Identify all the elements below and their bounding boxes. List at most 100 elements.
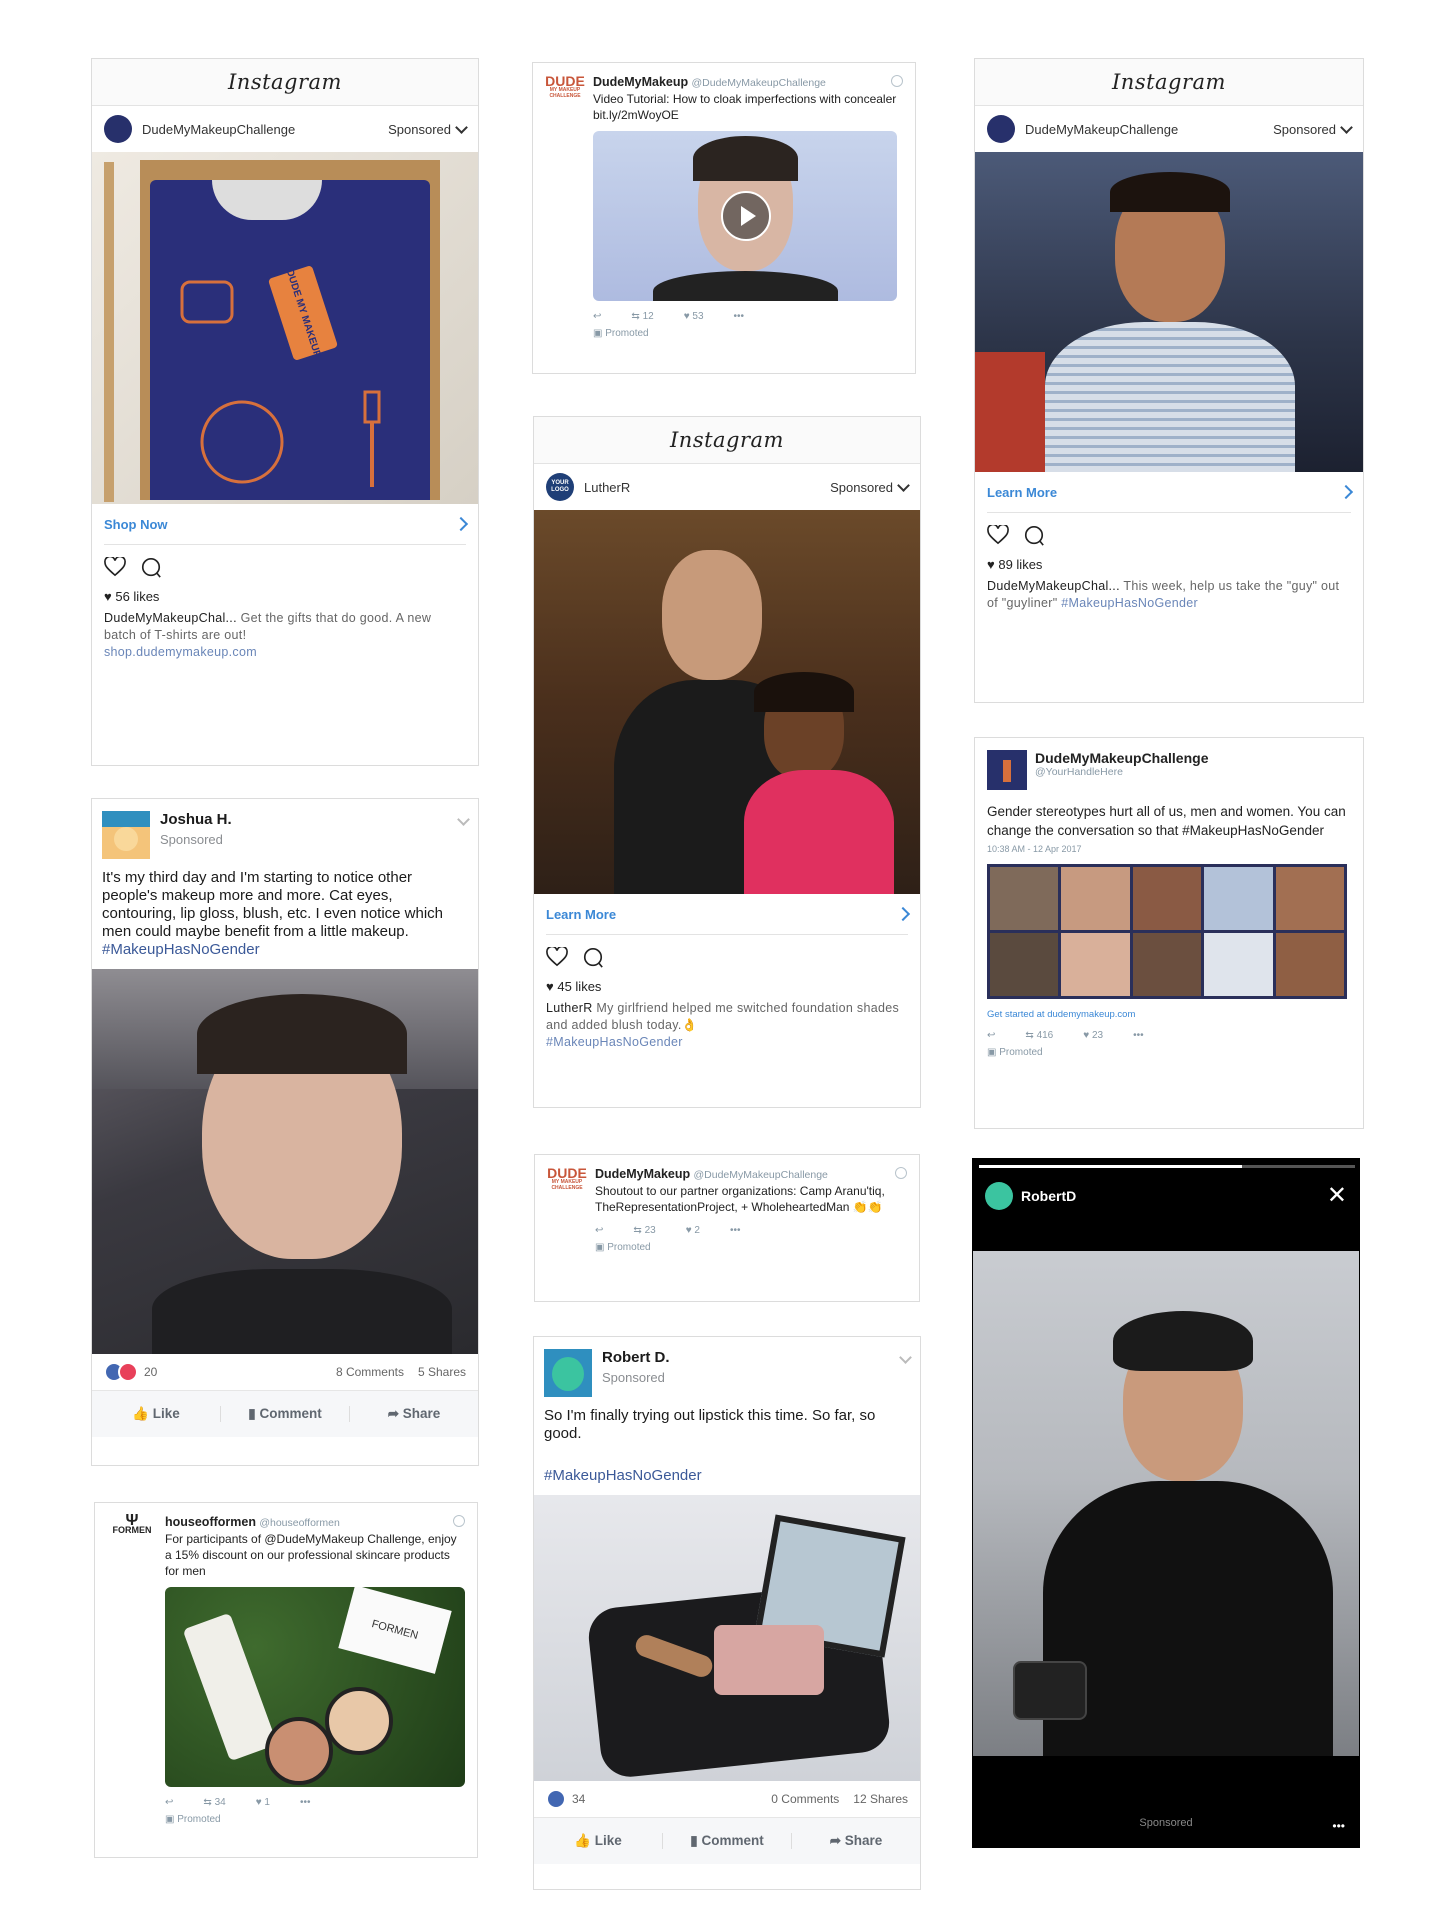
account-handle[interactable]: @houseofformen bbox=[259, 1517, 340, 1529]
avatar[interactable] bbox=[102, 811, 150, 859]
more-icon[interactable]: ••• bbox=[730, 1225, 741, 1236]
more-icon[interactable]: ••• bbox=[1133, 1030, 1144, 1041]
account-name[interactable]: DudeMyMakeupChallenge bbox=[1035, 750, 1351, 766]
tshirt-box-photo: DUDE MY MAKEUP bbox=[92, 152, 478, 504]
heart-icon[interactable] bbox=[546, 947, 568, 967]
account-name[interactable]: houseofformen bbox=[165, 1515, 256, 1529]
comment-icon[interactable] bbox=[1023, 525, 1045, 547]
comment-button[interactable]: ▮ Comment bbox=[220, 1406, 350, 1422]
reply-icon[interactable]: ↩ bbox=[165, 1797, 173, 1808]
instagram-ad-card-shop: Instagram DudeMyMakeupChallenge Sponsore… bbox=[91, 58, 479, 766]
hashtag-link[interactable]: #MakeupHasNoGender bbox=[1061, 596, 1198, 610]
retweet-button[interactable]: ⇆ 34 bbox=[203, 1797, 225, 1808]
avatar[interactable] bbox=[544, 1349, 592, 1397]
post-header: DudeMyMakeupChallenge Sponsored bbox=[92, 106, 478, 152]
retweet-button[interactable]: ⇆ 12 bbox=[631, 311, 653, 322]
hashtag-link[interactable]: #MakeupHasNoGender bbox=[546, 1035, 683, 1049]
sponsored-label: Sponsored bbox=[1273, 121, 1336, 137]
tweet-timestamp[interactable]: 10:38 AM - 12 Apr 2017 bbox=[987, 844, 1351, 854]
post-header: YOUR LOGO LutherR Sponsored bbox=[534, 464, 920, 510]
retweet-button[interactable]: ⇆ 416 bbox=[1025, 1030, 1053, 1041]
shop-now-button[interactable]: Shop Now bbox=[104, 504, 469, 545]
chevron-down-icon[interactable] bbox=[899, 1351, 912, 1364]
chevron-down-icon[interactable] bbox=[1340, 120, 1353, 134]
like-button[interactable]: ♥ 53 bbox=[684, 311, 704, 322]
account-handle[interactable]: @YourHandleHere bbox=[1035, 766, 1351, 778]
formen-logo[interactable]: Ψ FORMEN bbox=[107, 1513, 157, 1835]
sponsored-label: Sponsored bbox=[830, 479, 893, 495]
close-icon[interactable]: ✕ bbox=[1327, 1184, 1347, 1208]
reply-icon[interactable]: ↩ bbox=[595, 1225, 603, 1236]
account-name[interactable]: DudeMyMakeupChallenge bbox=[142, 122, 388, 137]
poster-name[interactable]: Joshua H. bbox=[160, 811, 459, 828]
tweet-header: DUDE MY MAKEUP CHALLENGE DudeMyMakeup @D… bbox=[535, 1155, 919, 1263]
like-button[interactable]: 👍 Like bbox=[534, 1833, 662, 1849]
reply-icon[interactable]: ↩ bbox=[987, 1030, 995, 1041]
account-handle[interactable]: @DudeMyMakeupChallenge bbox=[692, 77, 826, 89]
like-button[interactable]: ♥ 2 bbox=[686, 1225, 700, 1236]
avatar[interactable] bbox=[987, 115, 1015, 143]
share-button[interactable]: ➦ Share bbox=[792, 1833, 920, 1849]
story-photo bbox=[973, 1251, 1359, 1756]
shares-count[interactable]: 5 Shares bbox=[418, 1365, 466, 1379]
comment-icon[interactable] bbox=[140, 557, 162, 579]
like-button[interactable]: ♥ 23 bbox=[1083, 1030, 1103, 1041]
story-progress-fill bbox=[979, 1165, 1243, 1168]
account-name[interactable]: LutherR bbox=[584, 480, 830, 495]
poster-name[interactable]: Robert D. bbox=[602, 1349, 901, 1366]
instagram-logo: Instagram bbox=[92, 59, 478, 106]
play-button-icon[interactable] bbox=[721, 191, 771, 241]
chevron-down-icon[interactable] bbox=[457, 813, 470, 826]
clock-icon bbox=[891, 75, 903, 87]
chevron-down-icon[interactable] bbox=[455, 120, 468, 134]
more-options-icon[interactable]: ••• bbox=[1332, 1819, 1345, 1833]
comment-icon[interactable] bbox=[582, 947, 604, 969]
learn-more-button[interactable]: Learn More bbox=[987, 472, 1354, 513]
retweet-button[interactable]: ⇆ 23 bbox=[633, 1225, 655, 1236]
selfie-photo bbox=[92, 969, 478, 1354]
learn-more-button[interactable]: Learn More bbox=[546, 894, 911, 935]
share-arrow-icon: ➦ bbox=[387, 1406, 399, 1421]
comment-button[interactable]: ▮ Comment bbox=[662, 1833, 792, 1849]
account-name[interactable]: RobertD bbox=[1021, 1188, 1327, 1204]
heart-icon[interactable] bbox=[987, 525, 1009, 545]
instagram-logo: Instagram bbox=[534, 417, 920, 464]
caption-link[interactable]: shop.dudemymakeup.com bbox=[104, 645, 257, 659]
instagram-logo: Instagram bbox=[975, 59, 1363, 106]
account-name[interactable]: DudeMyMakeup bbox=[595, 1167, 690, 1181]
retweet-icon: ⇆ bbox=[1025, 1030, 1034, 1041]
avatar[interactable] bbox=[987, 750, 1027, 790]
avatar[interactable] bbox=[104, 115, 132, 143]
tweet-text: For participants of @DudeMyMakeup Challe… bbox=[165, 1532, 457, 1578]
account-name[interactable]: DudeMyMakeup bbox=[593, 75, 688, 89]
twitter-ad-card-formen: Ψ FORMEN houseofformen @houseofformen Fo… bbox=[94, 1502, 478, 1858]
twitter-ad-card-shoutout: DUDE MY MAKEUP CHALLENGE DudeMyMakeup @D… bbox=[534, 1154, 920, 1302]
thumbs-up-icon: 👍 bbox=[574, 1833, 592, 1848]
reply-icon[interactable]: ↩ bbox=[593, 311, 601, 322]
more-icon[interactable]: ••• bbox=[734, 311, 745, 322]
cta-link[interactable]: Get started at dudemymakeup.com bbox=[987, 1009, 1351, 1020]
couple-photo bbox=[534, 510, 920, 894]
chevron-down-icon[interactable] bbox=[897, 478, 910, 492]
share-button[interactable]: ➦ Share bbox=[350, 1406, 478, 1422]
more-icon[interactable]: ••• bbox=[300, 1797, 311, 1808]
avatar[interactable]: YOUR LOGO bbox=[546, 473, 574, 501]
like-button[interactable]: 👍 Like bbox=[92, 1406, 220, 1422]
video-thumbnail[interactable] bbox=[593, 131, 897, 301]
account-handle[interactable]: @DudeMyMakeupChallenge bbox=[694, 1169, 828, 1181]
makeup-kit-photo bbox=[534, 1495, 920, 1781]
action-bar bbox=[92, 545, 478, 587]
like-button[interactable]: ♥ 1 bbox=[256, 1797, 270, 1808]
shares-count[interactable]: 12 Shares bbox=[853, 1792, 908, 1806]
hashtag-link[interactable]: #MakeupHasNoGender bbox=[102, 941, 260, 958]
avatar[interactable] bbox=[985, 1182, 1013, 1210]
comments-count[interactable]: 8 Comments bbox=[336, 1365, 404, 1379]
dude-logo[interactable]: DUDE MY MAKEUP CHALLENGE bbox=[545, 74, 585, 349]
hashtag-link[interactable]: #MakeupHasNoGender bbox=[544, 1467, 910, 1485]
heart-icon[interactable] bbox=[104, 557, 126, 577]
comments-count[interactable]: 0 Comments bbox=[771, 1792, 839, 1806]
reaction-stats: 34 0 Comments 12 Shares bbox=[534, 1781, 920, 1818]
dude-logo[interactable]: DUDE MY MAKEUP CHALLENGE bbox=[547, 1166, 587, 1263]
reaction-stats: 20 8 Comments 5 Shares bbox=[92, 1354, 478, 1391]
account-name[interactable]: DudeMyMakeupChallenge bbox=[1025, 122, 1273, 137]
